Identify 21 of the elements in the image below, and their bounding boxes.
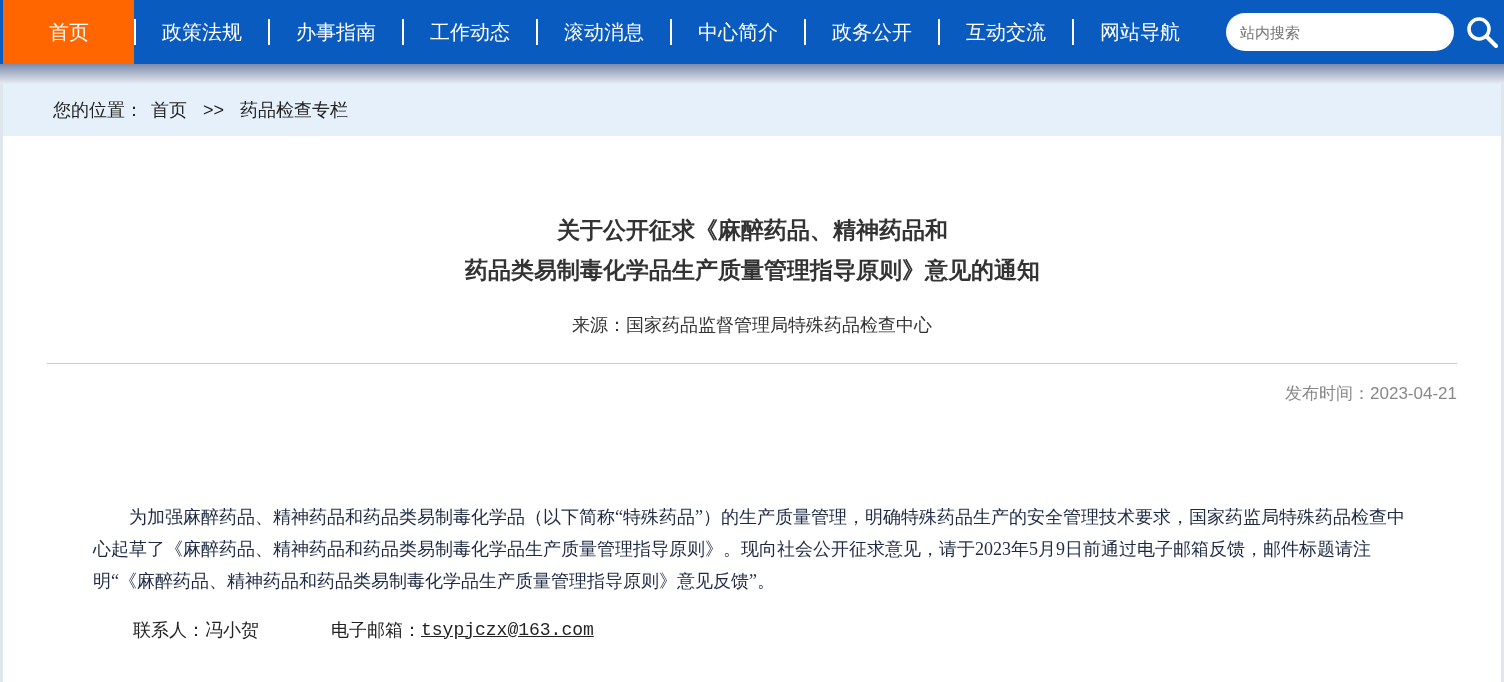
breadcrumb-link[interactable]: 首页 [151,96,187,124]
nav-tab[interactable]: 办事指南 [270,0,402,64]
article-source: 来源：国家药品监督管理局特殊药品检查中心 [571,314,933,337]
nav-tab[interactable]: 政务公开 [806,0,938,64]
search-field[interactable]: 站内搜索 [1226,13,1454,51]
nav-tab[interactable]: 滚动消息 [538,0,670,64]
contact-person: 联系人：冯小贺 [133,618,259,642]
nav-tab[interactable]: 政策法规 [136,0,268,64]
search-icon[interactable] [1466,16,1498,48]
nav-tab[interactable]: 工作动态 [404,0,536,64]
article-paragraph: 为加强麻醉药品、精神药品和药品类易制毒化学品（以下简称“特殊药品”）的生产质量管理，明确特殊药品生产的安全管理技术要求，国家药监局特殊药品检查中心起草了《麻醉药品、精神药品和药品类易制毒化学品生产质量管理指导原则》。现向社会公开征求意见，请于2023年5月9日前通过电子邮箱反馈，邮件标题请注明“《麻醉药品、精神药品和药品类易制毒化学品生产质量管理指导原则》意见反馈”。 [93,505,1406,593]
email-link[interactable]: tsypjczx@163.com [421,616,594,644]
breadcrumb-current: 药品检查专栏 [240,98,349,122]
nav-tab[interactable]: 网站导航 [1074,0,1206,64]
publish-date: 发布时间：2023-04-21 [1284,383,1457,405]
nav-tab[interactable]: 互动交流 [940,0,1072,64]
article-title: 关于公开征求《麻醉药品、精神药品和 药品类易制毒化学品生产质量管理指导原则》意见的通知 [463,216,1041,285]
email-label: 电子邮箱： [331,618,421,642]
breadcrumb-label: 您的位置： [53,98,143,122]
nav-tab[interactable]: 中心简介 [672,0,804,64]
breadcrumb-separator: >> [203,98,225,122]
